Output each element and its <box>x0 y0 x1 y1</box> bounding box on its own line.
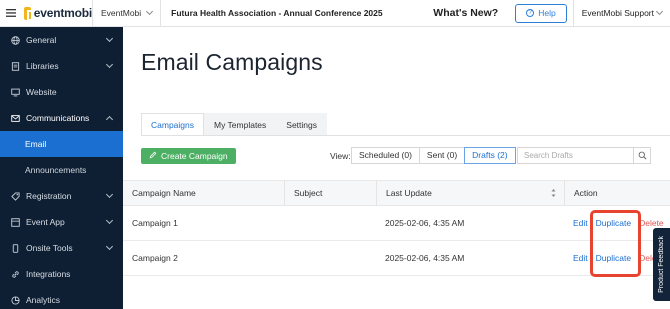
app-icon <box>11 217 20 227</box>
eventmobi-logo[interactable]: eventmobi <box>22 6 92 21</box>
mail-icon <box>11 114 20 123</box>
sidebar-subitem-label: Email <box>25 139 47 149</box>
chevron-down-icon <box>105 34 114 43</box>
account-menu[interactable]: EventMobi Support <box>574 0 670 27</box>
table-row: Campaign 2 2025-02-06, 4:35 AM Edit Dupl… <box>123 241 670 276</box>
sidebar-item-registration[interactable]: Registration <box>0 183 123 209</box>
logo-mark-icon <box>24 6 35 21</box>
sort-icon[interactable] <box>551 188 556 198</box>
chevron-down-icon <box>105 190 114 199</box>
chevron-down-icon <box>105 242 114 251</box>
create-campaign-button[interactable]: Create Campaign <box>141 148 236 164</box>
account-name: EventMobi Support <box>581 8 654 18</box>
sidebar-item-event-app[interactable]: Event App <box>0 209 123 235</box>
sidebar: General Libraries Website Communications… <box>0 27 123 309</box>
duplicate-link[interactable]: Duplicate <box>596 218 631 228</box>
delete-link[interactable]: Delete <box>639 218 664 228</box>
product-feedback-label: Product Feedback <box>658 236 665 293</box>
event-name: Futura Health Association - Annual Confe… <box>171 8 383 18</box>
tab-my-templates[interactable]: My Templates <box>204 113 277 135</box>
sidebar-item-label: Registration <box>26 191 72 201</box>
sidebar-item-label: General <box>26 35 57 45</box>
chevron-down-icon <box>655 7 664 16</box>
chevron-down-icon <box>105 216 114 225</box>
campaigns-table: Campaign Name Subject Last Update Action… <box>123 180 670 276</box>
row-actions: Edit Duplicate Delete <box>564 218 670 228</box>
tab-bar: Campaigns My Templates Settings <box>141 113 327 135</box>
campaign-name: Campaign 2 <box>132 253 178 263</box>
sidebar-item-libraries[interactable]: Libraries <box>0 53 123 79</box>
sidebar-item-label: Integrations <box>26 269 71 279</box>
sidebar-item-label: Event App <box>26 217 65 227</box>
org-selector[interactable]: EventMobi <box>93 0 160 27</box>
column-header-action: Action <box>564 180 670 206</box>
event-selector[interactable]: Futura Health Association - Annual Confe… <box>161 0 392 27</box>
sidebar-item-integrations[interactable]: Integrations <box>0 261 123 287</box>
column-header-last-update[interactable]: Last Update <box>376 180 564 206</box>
help-button[interactable]: ? Help <box>515 3 567 23</box>
pencil-icon <box>149 151 157 161</box>
search-box <box>517 147 651 164</box>
book-icon <box>11 61 20 71</box>
help-label: Help <box>538 8 556 18</box>
whats-new-link[interactable]: What's New? <box>433 7 515 19</box>
top-bar: eventmobi EventMobi Futura Health Associ… <box>0 0 670 27</box>
sidebar-item-analytics[interactable]: Analytics <box>0 287 123 309</box>
sidebar-item-label: Onsite Tools <box>26 243 73 253</box>
chevron-down-icon <box>146 7 154 16</box>
column-header-name: Campaign Name <box>132 188 196 198</box>
question-icon: ? <box>526 9 535 17</box>
sidebar-item-label: Communications <box>26 113 90 123</box>
product-feedback-tab[interactable]: Product Feedback <box>653 228 670 301</box>
table-row: Campaign 1 2025-02-06, 4:35 AM Edit Dupl… <box>123 206 670 241</box>
view-sent-button[interactable]: Sent (0) <box>418 147 466 164</box>
edit-link[interactable]: Edit <box>573 218 588 228</box>
monitor-icon <box>11 88 20 97</box>
view-filter-group: Scheduled (0) Sent (0) Drafts (2) <box>351 147 516 164</box>
top-bar-right: What's New? ? Help EventMobi Support <box>433 0 670 27</box>
view-drafts-button[interactable]: Drafts (2) <box>464 147 516 164</box>
sidebar-item-communications[interactable]: Communications <box>0 105 123 131</box>
search-input[interactable] <box>517 147 634 164</box>
phone-icon <box>11 243 20 253</box>
sidebar-item-label: Libraries <box>26 61 59 71</box>
logo-text: eventmobi <box>33 6 92 20</box>
main-content: Email Campaigns Campaigns My Templates S… <box>123 27 670 309</box>
menu-icon[interactable] <box>0 0 22 27</box>
page-title: Email Campaigns <box>141 49 323 75</box>
divider <box>141 135 670 136</box>
chart-icon <box>11 295 20 305</box>
sidebar-item-label: Analytics <box>26 295 61 305</box>
tag-icon <box>11 191 20 201</box>
create-campaign-label: Create Campaign <box>161 151 228 161</box>
view-scheduled-button[interactable]: Scheduled (0) <box>351 147 420 164</box>
edit-link[interactable]: Edit <box>573 253 588 263</box>
org-name: EventMobi <box>101 8 142 18</box>
sidebar-item-label: Website <box>26 87 57 97</box>
globe-icon <box>11 35 20 45</box>
column-header-label: Last Update <box>386 188 432 198</box>
chevron-up-icon <box>105 115 114 124</box>
link-icon <box>11 270 20 279</box>
sidebar-subitem-announcements[interactable]: Announcements <box>0 157 123 183</box>
column-header-subject: Subject <box>284 180 376 206</box>
sidebar-item-general[interactable]: General <box>0 27 123 53</box>
sidebar-item-website[interactable]: Website <box>0 79 123 105</box>
chevron-down-icon <box>105 60 114 69</box>
tab-settings[interactable]: Settings <box>276 113 327 135</box>
sidebar-subitem-email[interactable]: Email <box>0 131 123 157</box>
sidebar-subitem-label: Announcements <box>25 165 87 175</box>
search-icon[interactable] <box>634 147 651 164</box>
campaign-name: Campaign 1 <box>132 218 178 228</box>
campaign-updated: 2025-02-06, 4:35 AM <box>385 253 465 263</box>
campaign-updated: 2025-02-06, 4:35 AM <box>385 218 465 228</box>
duplicate-link[interactable]: Duplicate <box>596 253 631 263</box>
table-header: Campaign Name Subject Last Update Action <box>123 180 670 206</box>
view-label: View: <box>330 151 351 161</box>
sidebar-item-onsite-tools[interactable]: Onsite Tools <box>0 235 123 261</box>
tab-campaigns[interactable]: Campaigns <box>141 113 204 135</box>
